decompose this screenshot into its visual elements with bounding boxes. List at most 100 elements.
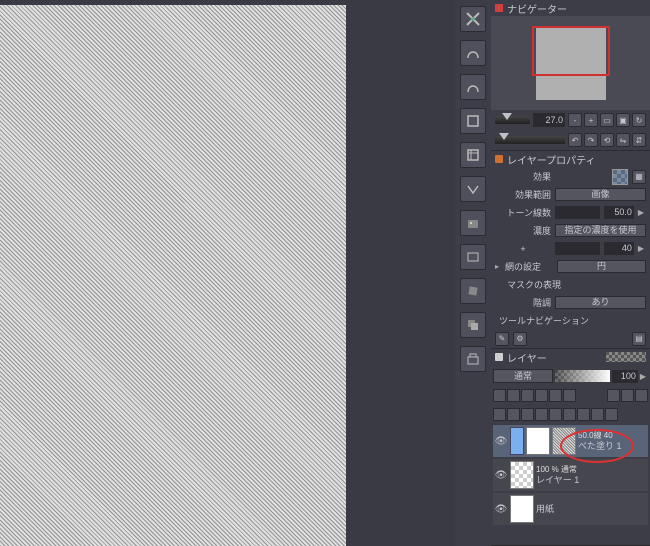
visibility-icon[interactable]: 👁 <box>494 502 508 516</box>
density-plus-value[interactable]: 40 <box>604 242 634 255</box>
layer-toolbar-2 <box>493 406 648 423</box>
zoom-value[interactable]: 27.0 <box>533 113 565 127</box>
zoom-100-icon[interactable]: ▣ <box>616 113 630 127</box>
dock-btn-7[interactable] <box>460 210 486 236</box>
mask-expression-label: マスクの表現 <box>507 278 561 291</box>
layer-thumb[interactable] <box>510 461 534 489</box>
layer-mask-thumb[interactable] <box>552 427 576 455</box>
toolnav-icon-2[interactable]: ⚙ <box>513 332 527 346</box>
layer-row[interactable]: 👁 100 % 通常 レイヤー 1 <box>493 459 648 491</box>
layer-thumb[interactable] <box>510 495 534 523</box>
lt-ref-icon[interactable] <box>535 389 548 402</box>
opacity-stepper[interactable]: ▶ <box>640 372 646 381</box>
density-select[interactable]: 指定の濃度を使用 <box>555 224 646 237</box>
layer-label: 100 % 通常 レイヤー 1 <box>536 464 647 486</box>
zoom-slider[interactable] <box>495 116 530 124</box>
lt2-icon-7[interactable] <box>577 408 590 421</box>
effect-range-select[interactable]: 画像 <box>555 188 646 201</box>
zoom-in-icon[interactable]: + <box>584 113 598 127</box>
lt2-icon-5[interactable] <box>549 408 562 421</box>
lt-color-icon[interactable] <box>607 389 620 402</box>
effect-range-label: 効果範囲 <box>495 188 551 201</box>
layer-row[interactable]: 👁 50.0線 40 べた塗り 1 <box>493 425 648 457</box>
zoom-out-icon[interactable]: - <box>568 113 582 127</box>
effect-tone-icon[interactable] <box>612 169 628 185</box>
navigator-viewport-frame[interactable] <box>532 26 610 76</box>
rot-right-icon[interactable]: ↷ <box>584 133 598 147</box>
lt-mask-icon[interactable] <box>507 389 520 402</box>
tone-lines-value[interactable]: 50.0 <box>604 206 634 219</box>
canvas-area <box>0 0 360 546</box>
toolnav-icon-1[interactable]: ✎ <box>495 332 509 346</box>
opacity-value[interactable]: 100 <box>612 370 638 383</box>
layers-header[interactable]: レイヤー <box>491 349 650 365</box>
layer-property-panel: レイヤープロパティ 効果 ▦ 効果範囲 画像 トーン線数 50.0 ▶ 濃度 指… <box>491 151 650 349</box>
rot-reset-icon[interactable]: ⟲ <box>600 133 614 147</box>
tool-navigation-label: ツールナビゲーション <box>495 314 589 327</box>
tone-lines-stepper[interactable]: ▶ <box>638 208 644 217</box>
lt-add-icon[interactable] <box>621 389 634 402</box>
lt2-icon-1[interactable] <box>493 408 506 421</box>
tone-lines-slider[interactable] <box>555 206 600 219</box>
flip-h-icon[interactable]: ⇋ <box>616 133 630 147</box>
layer-label: 50.0線 40 べた塗り 1 <box>578 430 647 452</box>
layer-property-header[interactable]: レイヤープロパティ <box>491 151 650 167</box>
lt2-icon-8[interactable] <box>591 408 604 421</box>
zoom-fit-icon[interactable]: ▭ <box>600 113 614 127</box>
toolnav-icon-3[interactable]: ▤ <box>632 332 646 346</box>
layer-thumb[interactable] <box>526 427 550 455</box>
layer-toolbar <box>493 387 648 404</box>
dock-btn-11[interactable] <box>460 346 486 372</box>
layer-color-tag[interactable] <box>510 427 524 455</box>
dock-btn-8[interactable] <box>460 244 486 270</box>
layer-property-title: レイヤープロパティ <box>507 152 596 167</box>
effect-label: 効果 <box>495 170 551 183</box>
rotate-icon[interactable]: ↻ <box>632 113 646 127</box>
layers-title: レイヤー <box>507 350 547 365</box>
dock-btn-5[interactable] <box>460 142 486 168</box>
dock-btn-1[interactable] <box>460 6 486 32</box>
lt-lock-icon[interactable] <box>521 389 534 402</box>
layer-row[interactable]: 👁 用紙 <box>493 493 648 525</box>
lt2-icon-2[interactable] <box>507 408 520 421</box>
dot-settings-select[interactable]: 円 <box>557 260 646 273</box>
opacity-slider[interactable] <box>555 370 610 382</box>
dock-btn-9[interactable] <box>460 278 486 304</box>
lt-delete-icon[interactable] <box>635 389 648 402</box>
navigator-title: ナビゲーター <box>507 1 567 16</box>
lt-combine-icon[interactable] <box>563 389 576 402</box>
dock-btn-2[interactable] <box>460 40 486 66</box>
lt2-icon-9[interactable] <box>605 408 618 421</box>
dock-btn-10[interactable] <box>460 312 486 338</box>
lt2-icon-3[interactable] <box>521 408 534 421</box>
lt2-icon-6[interactable] <box>563 408 576 421</box>
dock-btn-3[interactable] <box>460 74 486 100</box>
lt2-icon-4[interactable] <box>535 408 548 421</box>
blend-mode-select[interactable]: 通常 <box>493 369 553 383</box>
visibility-icon[interactable]: 👁 <box>494 468 508 482</box>
visibility-icon[interactable]: 👁 <box>494 434 508 448</box>
gradation-label: 階調 <box>495 296 551 309</box>
density-plus-slider[interactable] <box>555 242 600 255</box>
canvas[interactable] <box>0 5 346 546</box>
lt-clip-icon[interactable] <box>549 389 562 402</box>
rot-left-icon[interactable]: ↶ <box>568 133 582 147</box>
density-plus-stepper[interactable]: ▶ <box>638 244 644 253</box>
zoom-slider-thumb[interactable] <box>502 113 512 120</box>
rotate-slider-thumb[interactable] <box>499 133 509 140</box>
navigator-panel: ナビゲーター 27.0 - + ▭ ▣ ↻ ↶ <box>491 0 650 151</box>
flip-v-icon[interactable]: ⇵ <box>632 133 646 147</box>
dock-btn-4[interactable] <box>460 108 486 134</box>
navigator-preview[interactable] <box>491 16 650 110</box>
tone-lines-label: トーン線数 <box>495 206 551 219</box>
gradation-select[interactable]: あり <box>555 296 646 309</box>
rotate-slider[interactable] <box>495 136 565 144</box>
lt-new-icon[interactable] <box>493 389 506 402</box>
tool-dock <box>455 0 491 546</box>
dot-settings-expander[interactable]: ▸ <box>495 262 499 271</box>
density-plus-label: + <box>495 244 551 254</box>
layer-property-icon <box>495 155 503 163</box>
effect-border-icon[interactable]: ▦ <box>632 170 646 184</box>
dock-btn-6[interactable] <box>460 176 486 202</box>
navigator-header[interactable]: ナビゲーター <box>491 0 650 16</box>
